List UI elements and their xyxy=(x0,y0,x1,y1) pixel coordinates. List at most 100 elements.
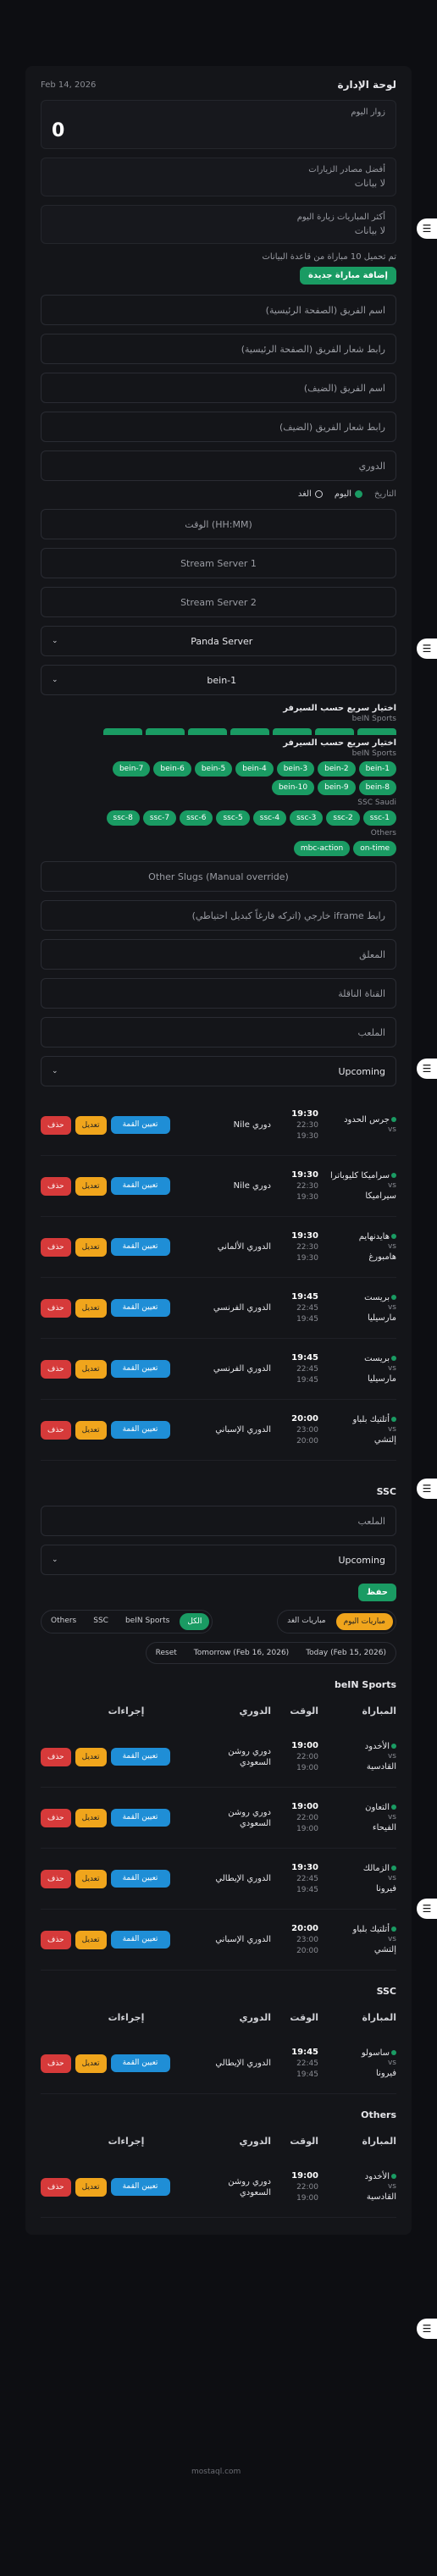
edit-button[interactable]: تعديل xyxy=(75,1747,107,1766)
commentator-input[interactable]: المعلق xyxy=(41,939,396,970)
pin-top-button[interactable]: تعيين القمة xyxy=(110,1869,170,1888)
chip-mbc-action[interactable]: mbc-action xyxy=(293,841,351,856)
tv-channel-input[interactable]: القناة الناقلة xyxy=(41,978,396,1009)
tab-ssc[interactable]: SSC xyxy=(86,1613,115,1630)
pin-top-button[interactable]: تعيين القمة xyxy=(110,1930,170,1949)
settings-toggle-icon[interactable]: ☰ xyxy=(417,218,437,239)
stadium-input[interactable]: الملعب xyxy=(41,1017,396,1048)
save-button[interactable]: حفظ xyxy=(357,1584,396,1601)
stream2-input[interactable]: Stream Server 2 xyxy=(41,587,396,617)
away-team: مارسيليا xyxy=(367,1374,396,1385)
delete-button[interactable]: حذف xyxy=(41,1237,71,1257)
chip-bein-8[interactable]: bein-8 xyxy=(358,780,396,795)
pin-top-button[interactable]: تعيين القمة xyxy=(110,2054,170,2073)
pin-top-button[interactable]: تعيين القمة xyxy=(110,1237,170,1257)
pin-top-button[interactable]: تعيين القمة xyxy=(110,1359,170,1379)
status-select[interactable]: ⌄ Upcoming xyxy=(41,1056,396,1086)
settings-toggle-icon[interactable]: ☰ xyxy=(417,2319,437,2339)
away-logo-input[interactable]: رابط شعار الفريق (الضيف) xyxy=(41,412,396,442)
tab-today-matches[interactable]: مباريات اليوم xyxy=(335,1613,393,1630)
delete-button[interactable]: حذف xyxy=(41,1747,71,1766)
add-match-button[interactable]: إضافة مباراة جديدة xyxy=(300,267,396,285)
delete-button[interactable]: حذف xyxy=(41,1115,71,1135)
tab-bein[interactable]: beIN Sports xyxy=(119,1613,176,1630)
chip-bein-4[interactable]: bein-4 xyxy=(235,761,274,777)
radio-today[interactable]: اليوم xyxy=(335,489,363,499)
tab-all[interactable]: الكل xyxy=(180,1613,210,1630)
reset-button[interactable]: Reset xyxy=(149,1645,184,1661)
edit-button[interactable]: تعديل xyxy=(75,1115,107,1135)
status-select-2[interactable]: ⌄ Upcoming xyxy=(41,1545,396,1575)
away-team-input[interactable]: اسم الفريق (الضيف) xyxy=(41,373,396,403)
stream1-input[interactable]: Stream Server 1 xyxy=(41,548,396,578)
tab-others[interactable]: Others xyxy=(44,1613,83,1630)
delete-button[interactable]: حذف xyxy=(41,1298,71,1318)
edit-button[interactable]: تعديل xyxy=(75,1359,107,1379)
settings-toggle-icon[interactable]: ☰ xyxy=(417,1059,437,1079)
pin-top-button[interactable]: تعيين القمة xyxy=(110,1176,170,1196)
edit-button[interactable]: تعديل xyxy=(75,2054,107,2073)
home-logo-input[interactable]: رابط شعار الفريق (الصفحة الرئيسية) xyxy=(41,334,396,364)
table-header: إجراءات الدوري الوقت المباراة xyxy=(41,2005,396,2033)
chip-bein-5[interactable]: bein-5 xyxy=(194,761,233,777)
delete-button[interactable]: حذف xyxy=(41,1420,71,1440)
tab-tomorrow-matches[interactable]: مباريات الغد xyxy=(280,1613,333,1630)
league-input[interactable]: الدوري xyxy=(41,451,396,481)
time-input[interactable]: الوقت (HH:MM) xyxy=(41,509,396,539)
channel-select[interactable]: ⌄ bein-1 xyxy=(41,665,396,695)
chip-bein-7[interactable]: bein-7 xyxy=(112,761,151,777)
delete-button[interactable]: حذف xyxy=(41,1359,71,1379)
tomorrow-date-button[interactable]: Tomorrow (Feb 16, 2026) xyxy=(187,1645,296,1661)
date-label: التاريخ xyxy=(374,489,396,499)
edit-button[interactable]: تعديل xyxy=(75,1808,107,1827)
settings-toggle-icon[interactable]: ☰ xyxy=(417,1479,437,1499)
server-select[interactable]: ⌄ Panda Server xyxy=(41,626,396,656)
settings-toggle-icon[interactable]: ☰ xyxy=(417,1899,437,1919)
delete-button[interactable]: حذف xyxy=(41,2177,71,2197)
chip-bein-3[interactable]: bein-3 xyxy=(276,761,315,777)
chip-ssc-5[interactable]: ssc-5 xyxy=(216,810,250,826)
time-main: 19:00 xyxy=(291,1740,318,1750)
edit-button[interactable]: تعديل xyxy=(75,2177,107,2197)
chip-bein-6[interactable]: bein-6 xyxy=(153,761,191,777)
teams-cell: جرس الحدود vs xyxy=(318,1114,396,1136)
chip-ssc-8[interactable]: ssc-8 xyxy=(106,810,140,826)
edit-button[interactable]: تعديل xyxy=(75,1869,107,1888)
edit-button[interactable]: تعديل xyxy=(75,1298,107,1318)
chip-ssc-6[interactable]: ssc-6 xyxy=(180,810,213,826)
chip-ssc-1[interactable]: ssc-1 xyxy=(362,810,396,826)
chip-bein-2[interactable]: bein-2 xyxy=(318,761,356,777)
delete-button[interactable]: حذف xyxy=(41,1869,71,1888)
chip-bein-9[interactable]: bein-9 xyxy=(318,780,356,795)
stadium-input-2[interactable]: الملعب xyxy=(41,1506,396,1536)
pin-top-button[interactable]: تعيين القمة xyxy=(110,1298,170,1318)
other-slugs-input[interactable]: Other Slugs (Manual override) xyxy=(41,861,396,892)
edit-button[interactable]: تعديل xyxy=(75,1176,107,1196)
pin-top-button[interactable]: تعيين القمة xyxy=(110,1420,170,1440)
radio-tomorrow[interactable]: الغد xyxy=(298,489,323,499)
edit-button[interactable]: تعديل xyxy=(75,1930,107,1949)
home-team-input[interactable]: اسم الفريق (الصفحة الرئيسية) xyxy=(41,295,396,325)
edit-button[interactable]: تعديل xyxy=(75,1420,107,1440)
chip-ssc-3[interactable]: ssc-3 xyxy=(290,810,324,826)
today-date-button[interactable]: Today (Feb 15, 2026) xyxy=(299,1645,393,1661)
edit-button[interactable]: تعديل xyxy=(75,1237,107,1257)
chip-ssc-4[interactable]: ssc-4 xyxy=(252,810,287,826)
chip-ssc-7[interactable]: ssc-7 xyxy=(142,810,177,826)
pin-top-button[interactable]: تعيين القمة xyxy=(110,1747,170,1766)
time-end: 22:00 xyxy=(296,2182,318,2192)
chip-bein-10[interactable]: bein-10 xyxy=(271,780,315,795)
delete-button[interactable]: حذف xyxy=(41,2054,71,2073)
loaded-note: تم تحميل 10 مباراة من قاعدة البيانات xyxy=(262,252,396,262)
chip-bein-1[interactable]: bein-1 xyxy=(358,761,396,777)
chip-ssc-2[interactable]: ssc-2 xyxy=(326,810,360,826)
pin-top-button[interactable]: تعيين القمة xyxy=(110,1808,170,1827)
delete-button[interactable]: حذف xyxy=(41,1930,71,1949)
delete-button[interactable]: حذف xyxy=(41,1176,71,1196)
delete-button[interactable]: حذف xyxy=(41,1808,71,1827)
chip-on-time[interactable]: on-time xyxy=(353,841,396,856)
pin-top-button[interactable]: تعيين القمة xyxy=(110,2177,170,2197)
settings-toggle-icon[interactable]: ☰ xyxy=(417,638,437,659)
pin-top-button[interactable]: تعيين القمة xyxy=(110,1115,170,1135)
iframe-input[interactable]: رابط iframe خارجي (اتركه فارغاً كبديل اح… xyxy=(41,900,396,931)
